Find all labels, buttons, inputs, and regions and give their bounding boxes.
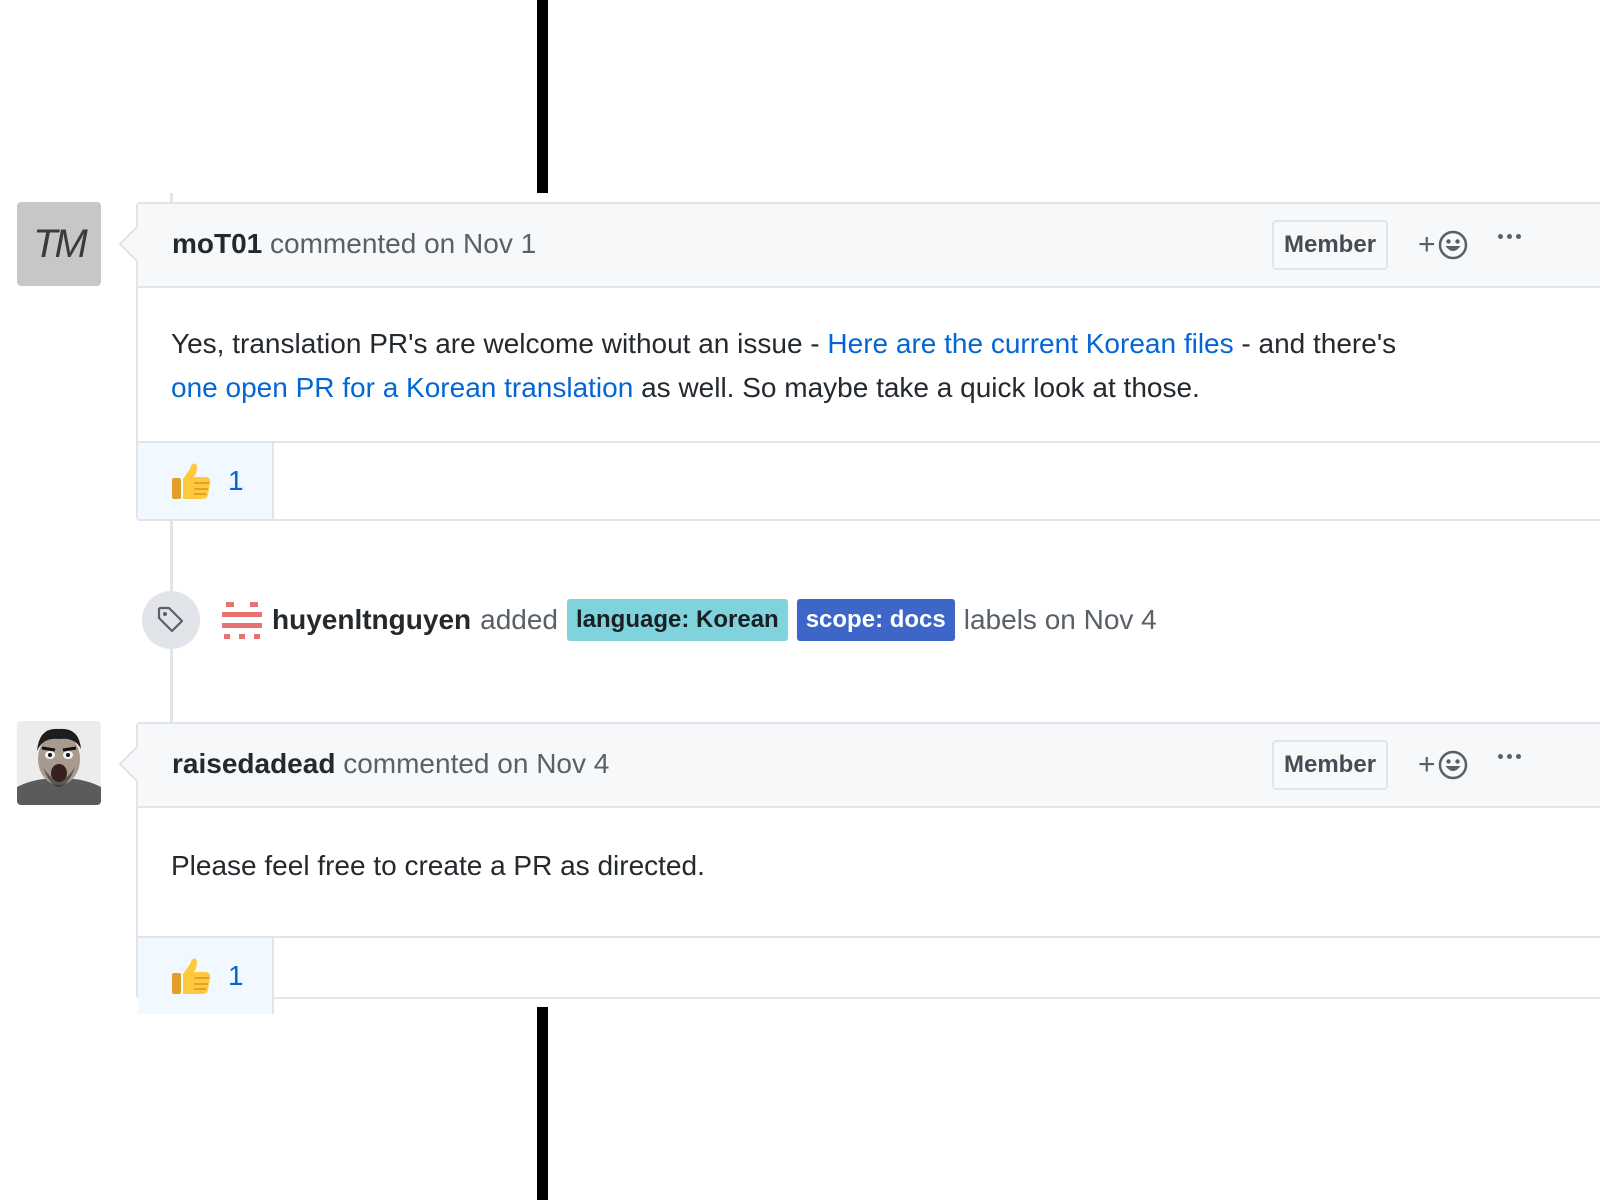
comment-raisedadead: raisedadead commented on Nov 4 Member + … [118, 722, 1600, 1014]
timeline-line [170, 193, 173, 202]
thumbs-up-reaction[interactable]: 1 [138, 443, 274, 519]
avatar-huyenltnguyen[interactable] [222, 600, 262, 640]
label-scope-docs[interactable]: scope: docs [796, 599, 955, 641]
reaction-count: 1 [228, 960, 244, 991]
kebab-dot-icon [1498, 754, 1503, 759]
event-timestamp: labels on Nov 4 [963, 604, 1157, 635]
black-divider-bottom [537, 1007, 548, 1200]
label-language-korean[interactable]: language: Korean [567, 599, 788, 641]
kebab-dot-icon [1516, 234, 1521, 239]
avatar-photo-illustration [17, 721, 101, 805]
comment-meta: raisedadead commented on Nov 4 [172, 748, 609, 780]
label-event: huyenltnguyen added language: Korean sco… [142, 590, 1157, 650]
add-reaction-button[interactable]: + [1418, 228, 1469, 262]
thumbs-up-reaction[interactable]: 1 [138, 938, 274, 1014]
comment-body: Please feel free to create a PR as direc… [138, 808, 1600, 938]
black-divider-top [537, 0, 548, 193]
more-options-button[interactable] [1498, 234, 1521, 239]
comment-header: raisedadead commented on Nov 4 Member + [138, 724, 1600, 808]
reaction-count: 1 [228, 465, 244, 496]
event-author[interactable]: huyenltnguyen [272, 604, 471, 636]
thumbs-up-icon [172, 958, 211, 994]
avatar-initials: TM [33, 221, 88, 266]
comment-author[interactable]: raisedadead [172, 748, 335, 779]
comment-text: Please feel free to create a PR as direc… [171, 850, 705, 881]
link-open-korean-pr[interactable]: one open PR for a Korean translation [171, 372, 633, 403]
kebab-dot-icon [1507, 234, 1512, 239]
reactions-bar: 1 [138, 938, 1600, 1014]
thumbs-up-icon [172, 463, 211, 499]
smiley-icon [1438, 230, 1467, 260]
avatar-moT01[interactable]: TM [17, 202, 101, 286]
add-reaction-button[interactable]: + [1418, 748, 1469, 782]
more-options-button[interactable] [1498, 754, 1521, 759]
kebab-dot-icon [1507, 754, 1512, 759]
tag-icon [157, 606, 184, 633]
event-description: huyenltnguyen added language: Korean sco… [272, 599, 1157, 641]
comment-meta: moT01 commented on Nov 1 [172, 228, 536, 260]
comment-header: moT01 commented on Nov 1 Member + [138, 204, 1600, 288]
event-verb: added [480, 604, 558, 635]
avatar-raisedadead[interactable] [17, 721, 101, 805]
comment-timestamp[interactable]: commented on Nov 1 [270, 228, 536, 259]
comment-text: as well. So maybe take a quick look at t… [633, 372, 1200, 403]
member-badge: Member [1272, 740, 1389, 790]
kebab-dot-icon [1516, 754, 1521, 759]
smiley-icon [1438, 750, 1467, 780]
comment-body: Yes, translation PR's are welcome withou… [138, 288, 1600, 443]
comment-moT01: moT01 commented on Nov 1 Member + Yes, t… [118, 202, 1600, 521]
kebab-dot-icon [1498, 234, 1503, 239]
comment-text: Yes, translation PR's are welcome withou… [171, 328, 828, 359]
comment-author[interactable]: moT01 [172, 228, 262, 259]
comment-text: - and there's [1233, 328, 1397, 359]
tag-icon-badge [142, 591, 200, 649]
link-current-korean-files[interactable]: Here are the current Korean files [827, 328, 1233, 359]
reactions-bar: 1 [138, 443, 1600, 519]
member-badge: Member [1272, 220, 1389, 270]
comment-timestamp[interactable]: commented on Nov 4 [343, 748, 609, 779]
